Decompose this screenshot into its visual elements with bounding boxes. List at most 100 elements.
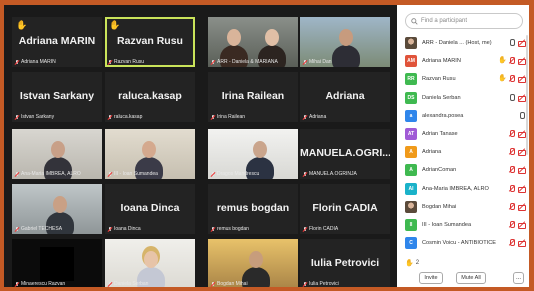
tile-caption-name: Irina Railean — [217, 114, 246, 120]
video-off-icon[interactable] — [518, 203, 526, 211]
participant-row[interactable]: AT Adrian Tanase — [397, 125, 529, 143]
video-tile[interactable]: Adriana Adriana — [300, 72, 390, 122]
video-tile[interactable]: Mihai Dan — [300, 17, 390, 67]
video-tile[interactable]: Ioana Dinca Ioana Dinca — [105, 184, 195, 234]
muted-mic-icon — [108, 281, 112, 287]
video-tile[interactable]: Daniela Serban — [105, 239, 195, 287]
participant-row[interactable]: ARR - Daniela ... (Host, me) — [397, 34, 529, 52]
person-head — [227, 29, 241, 46]
gallery-view: Adriana MARIN ✋ Adriana MARIN Razvan Rusu ✋ R… — [12, 17, 392, 287]
video-tile[interactable]: Dragos Mandrescu — [208, 129, 298, 179]
raised-hand-icon: ✋ — [16, 20, 28, 30]
participant-row[interactable]: RR Razvan Rusu ✋ — [397, 70, 529, 88]
muted-mic-icon[interactable] — [508, 148, 515, 156]
raised-hand-icon: ✋ — [109, 20, 121, 30]
video-tile[interactable]: Minaerescu Razvan — [12, 239, 102, 287]
tile-caption-name: MANUELA.OGRINJA — [309, 171, 357, 177]
tile-caption: Gabriel TECHESA — [15, 226, 62, 232]
participant-status-icons — [508, 239, 526, 248]
video-tile[interactable]: ARR - Daniela & MARIANA — [208, 17, 298, 67]
video-off-icon[interactable] — [518, 57, 526, 66]
participant-row[interactable]: II III - Ioan Sumandea — [397, 216, 529, 234]
participant-status-icons — [508, 202, 526, 211]
tile-display-name: Razvan Rusu — [117, 35, 183, 48]
video-tile[interactable]: Ana-Maria IMBREA, ALRO — [12, 129, 102, 179]
participant-search[interactable]: Find a participant — [405, 13, 523, 29]
video-tile[interactable]: III - Ioan Sumandea — [105, 129, 195, 179]
video-off-icon[interactable] — [518, 148, 526, 157]
video-off-icon[interactable] — [518, 239, 526, 248]
muted-mic-icon[interactable] — [508, 239, 515, 247]
participant-status-icons — [518, 111, 525, 120]
participant-status-icons — [508, 93, 526, 102]
participant-row[interactable]: a alexandra.posea — [397, 107, 529, 125]
muted-mic-icon[interactable] — [508, 75, 515, 83]
muted-mic-icon — [211, 281, 215, 287]
video-tile[interactable]: Adriana MARIN ✋ Adriana MARIN — [12, 17, 102, 67]
video-off-icon[interactable] — [518, 75, 526, 84]
mic-icon[interactable] — [518, 111, 525, 120]
tile-caption: Razvan Rusu — [108, 59, 144, 65]
video-off-icon[interactable] — [518, 94, 526, 102]
video-tile[interactable]: Razvan Rusu ✋ Razvan Rusu — [105, 17, 195, 67]
muted-mic-icon — [15, 226, 19, 232]
raised-hand-icon[interactable]: ✋ — [498, 75, 507, 83]
video-tile[interactable]: Florin CADIA Florin CADIA — [300, 184, 390, 234]
tile-caption-name: Ioana Dinca — [114, 226, 141, 232]
participant-row[interactable]: AI Ana-Maria IMBREA, ALRO — [397, 180, 529, 198]
avatar — [405, 200, 417, 213]
video-tile[interactable]: MANUELA.OGRI... MANUELA.OGRINJA — [300, 129, 390, 179]
raised-hand-icon[interactable]: ✋ — [498, 57, 507, 65]
black-frame — [40, 247, 74, 281]
mic-icon[interactable] — [508, 39, 515, 47]
video-tile[interactable]: Iulia Petrovici Iulia Petrovici — [300, 239, 390, 287]
participant-row[interactable]: DS Daniela Serban — [397, 89, 529, 107]
tile-caption-name: remus bogdan — [217, 226, 249, 232]
video-tile[interactable]: Bogdan Mihai — [208, 239, 298, 287]
muted-mic-icon[interactable] — [508, 57, 515, 65]
muted-mic-icon[interactable] — [508, 129, 515, 138]
search-icon — [411, 17, 418, 25]
tile-caption-name: Gabriel TECHESA — [21, 226, 63, 232]
mute-all-button[interactable]: Mute All — [456, 272, 486, 284]
video-off-icon[interactable] — [518, 221, 526, 229]
participants-list: ARR - Daniela ... (Host, me) AM Adriana MA… — [397, 34, 529, 252]
tile-caption: Dragos Mandrescu — [211, 171, 259, 177]
avatar: A — [405, 146, 417, 159]
tile-caption-name: Istvan Sarkany — [21, 114, 55, 120]
participant-row[interactable]: C Cosmin Voicu - ANTIBIOTICE — [397, 234, 529, 252]
person-silhouette — [332, 45, 360, 67]
muted-mic-icon[interactable] — [508, 166, 515, 174]
avatar: A — [405, 164, 417, 177]
video-tile[interactable]: raluca.kasap raluca.kasap — [105, 72, 195, 122]
participant-status-icons — [508, 220, 526, 229]
participant-row[interactable]: AM Adriana MARIN ✋ — [397, 52, 529, 70]
participant-row[interactable]: Bogdan Mihai — [397, 198, 529, 216]
person-head — [144, 251, 158, 268]
more-button[interactable]: ... — [513, 272, 524, 284]
tile-display-name: Adriana — [325, 90, 365, 103]
video-off-icon[interactable] — [518, 185, 526, 193]
video-tile[interactable]: Irina Railean Irina Railean — [208, 72, 298, 122]
video-tile[interactable]: Gabriel TECHESA — [12, 184, 102, 234]
video-off-icon[interactable] — [518, 130, 526, 138]
mic-icon[interactable] — [508, 93, 515, 102]
video-off-icon[interactable] — [518, 166, 526, 175]
muted-mic-icon[interactable] — [508, 202, 515, 211]
avatar: C — [405, 237, 417, 250]
tile-caption-name: Adriana — [309, 114, 327, 120]
tile-caption: Iulia Petrovici — [303, 281, 339, 287]
tile-caption-name: Bogdan Mihai — [217, 281, 248, 287]
tile-caption: raluca.kasap — [108, 114, 142, 120]
tile-display-name: Istvan Sarkany — [19, 90, 95, 103]
invite-button[interactable]: Invite — [419, 272, 443, 284]
muted-mic-icon[interactable] — [508, 184, 515, 193]
video-tile[interactable]: Istvan Sarkany Istvan Sarkany — [12, 72, 102, 122]
tile-caption-name: Ana-Maria IMBREA, ALRO — [21, 171, 81, 177]
muted-mic-icon — [108, 59, 112, 65]
participant-row[interactable]: A Adriana — [397, 143, 529, 161]
video-off-icon[interactable] — [518, 39, 526, 47]
video-tile[interactable]: remus bogdan remus bogdan — [208, 184, 298, 234]
participant-row[interactable]: A AdrianComan — [397, 161, 529, 179]
muted-mic-icon[interactable] — [508, 220, 515, 229]
